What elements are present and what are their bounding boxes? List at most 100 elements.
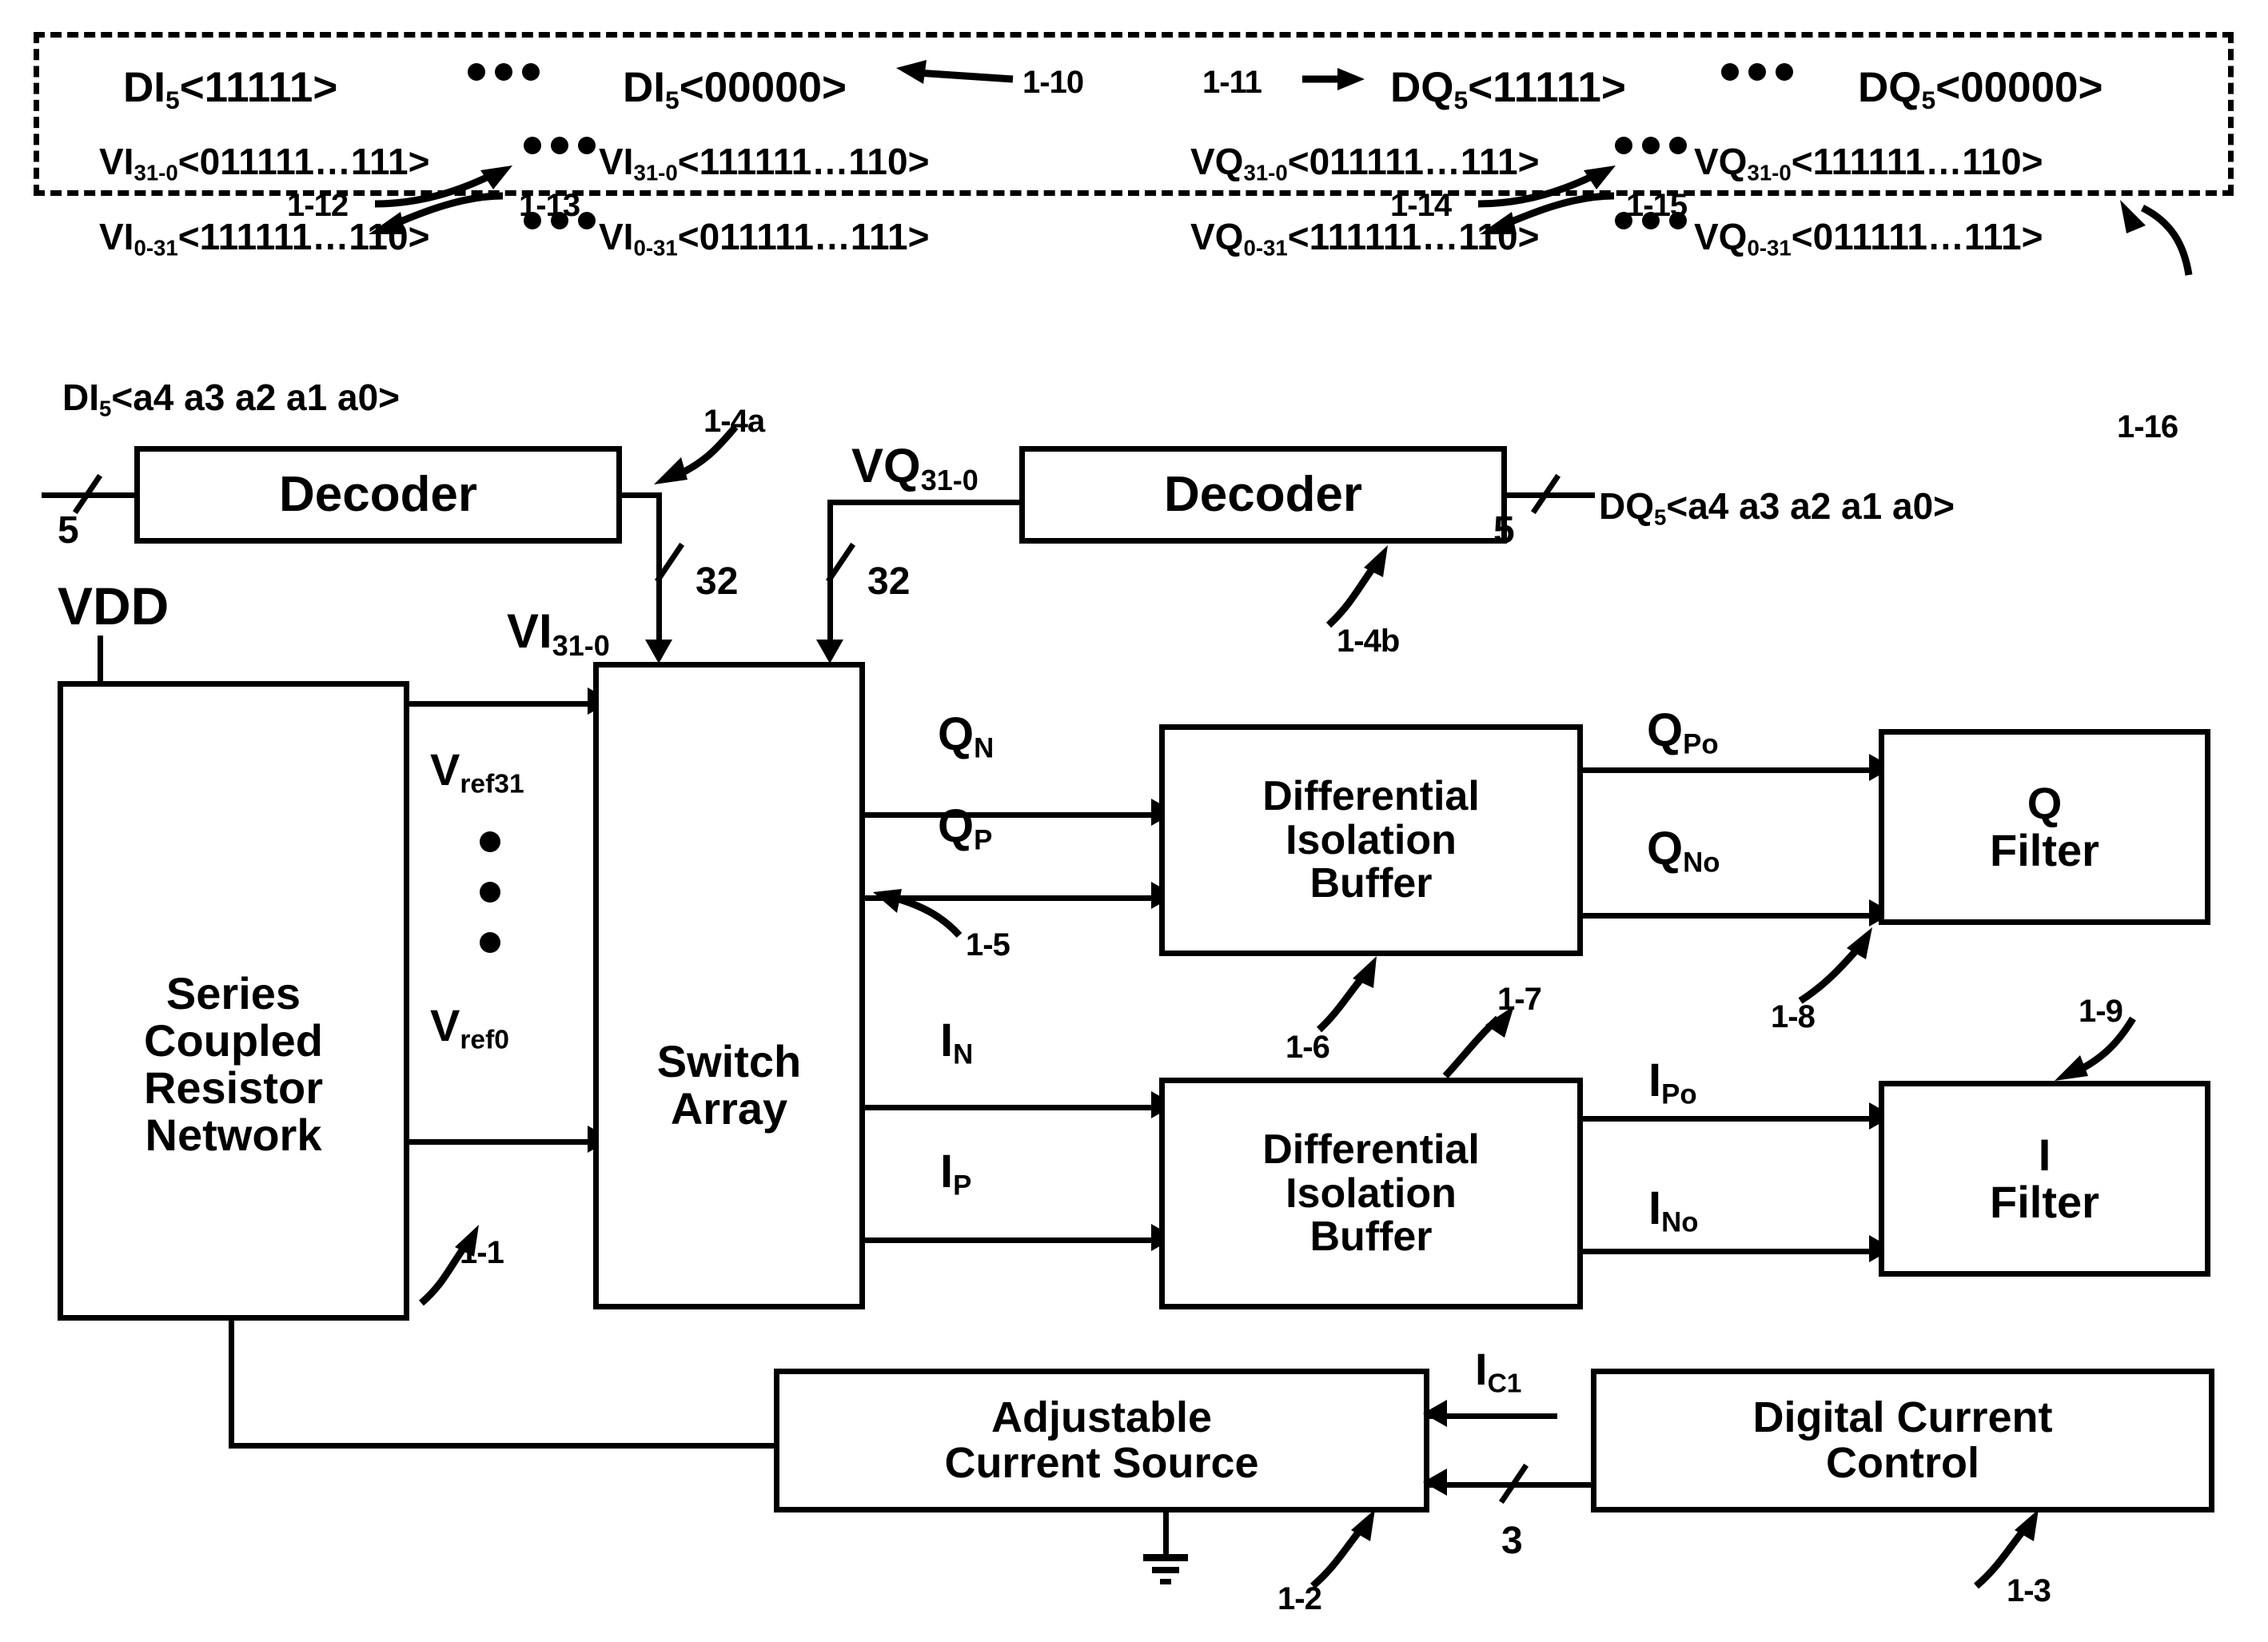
i-filter-line2: Filter: [1990, 1176, 2099, 1227]
block-diff-isolation-buffer-q[interactable]: Differential Isolation Buffer: [1159, 724, 1583, 956]
label-bus-32-left: 32: [696, 560, 739, 603]
wire-ic1: [1429, 1413, 1557, 1419]
label-vdd: VDD: [58, 576, 169, 636]
wire-ipo: [1583, 1116, 1879, 1122]
label-qno: QNo: [1647, 823, 1720, 879]
buffer-i-line2: Isolation: [1285, 1170, 1457, 1217]
wire-ip: [865, 1237, 1159, 1243]
wire-qno: [1583, 913, 1879, 919]
label-ic1: IC1: [1475, 1344, 1522, 1399]
ref-1-4b: 1-4b: [1337, 624, 1400, 659]
wire-qp: [865, 895, 1159, 901]
signal-code-box: DI5<11111> DI5<00000> 1-10 1-11 DQ5<1111…: [34, 32, 2234, 261]
block-diff-isolation-buffer-i[interactable]: Differential Isolation Buffer: [1159, 1078, 1583, 1309]
block-decoder-q[interactable]: Decoder: [1019, 446, 1507, 544]
label-vi-bus: VI31-0: [507, 604, 610, 663]
ref-1-8: 1-8: [1771, 999, 1816, 1034]
ref-1-5: 1-5: [966, 927, 1010, 962]
ref-1-7: 1-7: [1497, 982, 1542, 1017]
code-ellipsis-5: [519, 212, 600, 229]
code-vi-c: VI0-31<111111…110>: [99, 216, 430, 261]
buffer-q-line2: Isolation: [1285, 816, 1457, 863]
code-vi-d: VI0-31<011111…111>: [599, 216, 930, 261]
current-control-line2: Control: [1826, 1439, 1979, 1487]
buffer-q-line3: Buffer: [1309, 860, 1433, 907]
current-source-line1: Adjustable: [991, 1393, 1213, 1442]
vertical-ellipsis-dot-3: [480, 932, 500, 953]
q-filter-line2: Filter: [1990, 824, 2099, 875]
code-di-low: DI5<00000>: [623, 64, 847, 114]
leader-1-10: [896, 60, 1014, 84]
code-ellipsis-6: [1610, 212, 1692, 229]
label-dq5-word: DQ5<a4 a3 a2 a1 a0>: [1599, 485, 1955, 530]
code-ellipsis-3: [519, 137, 600, 154]
code-dq-low: DQ5<00000>: [1858, 64, 2103, 114]
arrow-dec-i-to-switch: [645, 640, 672, 664]
current-source-line2: Current Source: [944, 1439, 1259, 1487]
label-di5-word: DI5<a4 a3 a2 a1 a0>: [62, 377, 401, 421]
resistor-network-line4: Network: [145, 1109, 322, 1160]
decoder-q-label: Decoder: [1163, 467, 1363, 523]
wire-rn-to-cs-h: [229, 1443, 779, 1449]
wire-qpo: [1583, 767, 1879, 773]
wire-in: [865, 1105, 1159, 1110]
block-decoder-i[interactable]: Decoder: [134, 446, 622, 544]
ref-1-2: 1-2: [1277, 1581, 1322, 1616]
arrow-3bit-bus: [1423, 1469, 1447, 1496]
buffer-q-line1: Differential: [1262, 773, 1480, 820]
leader-1-8-q: [1798, 927, 1872, 1004]
ref-1-11: 1-11: [1202, 65, 1262, 100]
block-resistor-network[interactable]: Series Coupled Resistor Network: [58, 681, 409, 1321]
label-vq-bus: VQ31-0: [851, 439, 979, 497]
decoder-i-label: Decoder: [278, 467, 478, 523]
arrow-ic1: [1423, 1400, 1447, 1427]
ref-1-4a: 1-4a: [704, 404, 765, 439]
label-qp: QP: [938, 800, 993, 856]
wire-qn: [865, 812, 1159, 818]
switch-array-line1: Switch: [656, 1036, 802, 1087]
ground-icon-bar1: [1143, 1554, 1188, 1561]
code-vq-c: VQ0-31<111111…110>: [1190, 216, 1540, 261]
label-in: IN: [940, 1014, 974, 1070]
wire-ground-stem: [1163, 1512, 1169, 1556]
ref-1-10: 1-10: [1022, 65, 1084, 100]
label-qn: QN: [938, 708, 994, 764]
arrow-vq-to-switch: [816, 640, 843, 664]
label-qpo: QPo: [1647, 704, 1719, 760]
ground-icon-bar3: [1160, 1579, 1171, 1584]
leader-1-16: [2120, 200, 2193, 276]
block-adjustable-current-source[interactable]: Adjustable Current Source: [774, 1369, 1429, 1512]
buffer-i-line1: Differential: [1262, 1126, 1480, 1174]
wire-vdd: [98, 636, 103, 685]
figure-canvas: DI5<11111> DI5<00000> 1-10 1-11 DQ5<1111…: [0, 0, 2268, 1642]
label-ino: INo: [1648, 1182, 1699, 1238]
ref-1-9: 1-9: [2079, 994, 2123, 1029]
label-bus-32-right: 32: [867, 560, 911, 603]
code-vq-d: VQ0-31<011111…111>: [1694, 216, 2043, 261]
leader-1-6: [1316, 956, 1377, 1033]
label-ipo: IPo: [1648, 1054, 1697, 1110]
vertical-ellipsis-dot-1: [480, 831, 500, 852]
ref-1-1: 1-1: [460, 1235, 504, 1270]
wire-vq-h: [827, 500, 1019, 505]
resistor-network-line2: Coupled: [144, 1015, 323, 1066]
code-vq-b: VQ31-0<111111…110>: [1694, 141, 2043, 185]
ref-1-3: 1-3: [2007, 1573, 2051, 1608]
block-switch-array[interactable]: Switch Array: [593, 662, 865, 1309]
vertical-ellipsis-dot-2: [480, 882, 500, 903]
ground-icon-bar2: [1152, 1567, 1179, 1573]
wire-vref0: [409, 1139, 593, 1145]
switch-array-line2: Array: [670, 1083, 788, 1134]
resistor-network-line1: Series: [165, 968, 301, 1019]
block-q-filter[interactable]: Q Filter: [1879, 729, 2210, 925]
code-ellipsis-4: [1610, 137, 1692, 154]
resistor-network-line3: Resistor: [143, 1062, 324, 1113]
code-di-high: DI5<11111>: [123, 64, 338, 114]
block-i-filter[interactable]: I Filter: [1879, 1081, 2210, 1277]
label-ip: IP: [940, 1146, 972, 1202]
label-bus-5-right: 5: [1493, 509, 1515, 552]
code-ellipsis-2: [1716, 63, 1798, 81]
block-digital-current-control[interactable]: Digital Current Control: [1591, 1369, 2214, 1512]
label-vref31: Vref31: [430, 744, 524, 799]
wire-vref31: [409, 701, 593, 707]
